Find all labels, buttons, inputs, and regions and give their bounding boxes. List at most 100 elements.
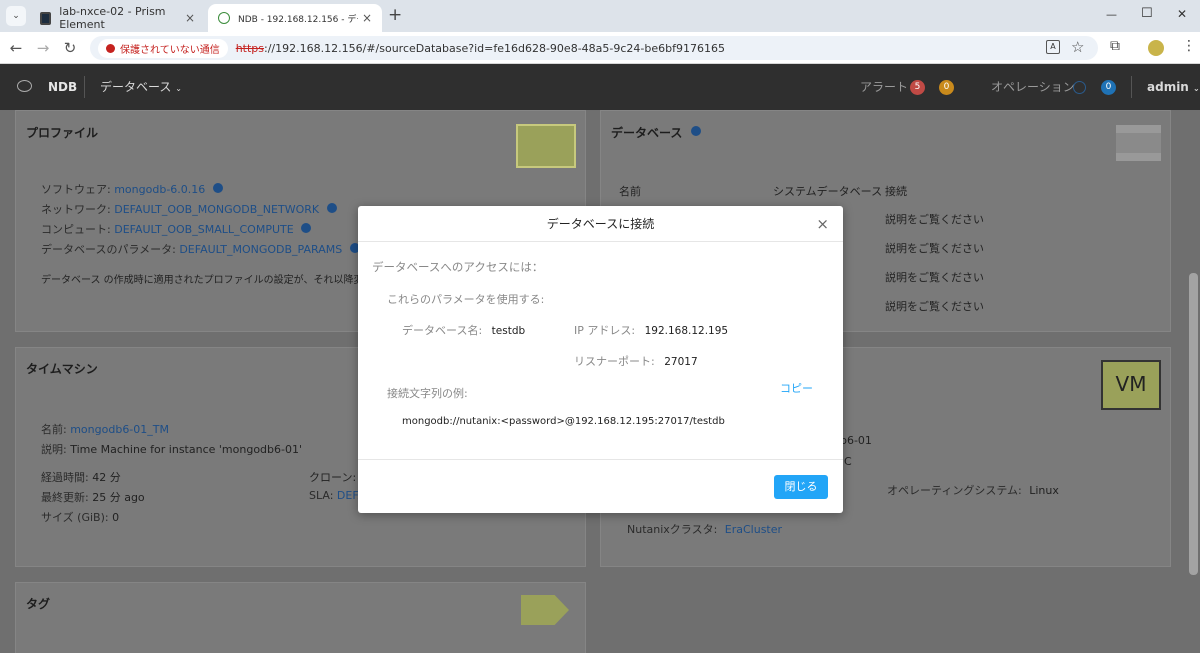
tab-search-button[interactable]: ⌄ [6, 6, 26, 26]
vm-partial-2: C [844, 455, 852, 468]
minimize-button[interactable]: — [1106, 8, 1117, 21]
extensions-icon[interactable]: ⧉ [1110, 38, 1120, 54]
alert-orange-badge[interactable]: 0 [939, 80, 954, 95]
vm-cluster-row: Nutanixクラスタ: EraCluster [627, 521, 782, 537]
new-tab-button[interactable]: + [388, 5, 402, 25]
panel-title: データベース [611, 126, 683, 140]
table-row[interactable]: 説明をご覧ください [885, 298, 984, 314]
info-icon[interactable] [212, 183, 223, 193]
url-text: ://192.168.12.156/#/sourceDatabase?id=fe… [264, 41, 725, 55]
alert-red-badge[interactable]: 5 [910, 80, 925, 95]
info-icon[interactable] [326, 203, 337, 213]
modal-close-icon[interactable]: × [816, 206, 829, 242]
column-header-name[interactable]: 名前 [619, 183, 641, 199]
browser-tab-prism[interactable]: lab-nxce-02 - Prism Element × [30, 4, 205, 32]
app-logo-text[interactable]: NDB [48, 64, 77, 110]
browser-tab-ndb[interactable]: NDB - 192.168.12.156 - データベ × [208, 4, 382, 32]
warning-icon [106, 43, 115, 53]
dbname-value: testdb [491, 325, 526, 337]
ndb-favicon-icon [218, 12, 230, 24]
app-header: NDB データベース ⌄ アラート 5 0 オペレーション 0 admin ⌄ [0, 64, 1200, 110]
vm-os-value: Linux [1029, 484, 1059, 497]
software-link[interactable]: mongodb-6.0.16 [114, 183, 205, 196]
port-label: リスナーポート: [574, 355, 655, 368]
info-icon[interactable] [691, 126, 701, 136]
tm-size-value: 0 [112, 511, 120, 524]
modal-title: データベースに接続 [358, 206, 843, 242]
window-close-button[interactable]: ✕ [1177, 7, 1187, 21]
compute-link[interactable]: DEFAULT_OOB_SMALL_COMPUTE [114, 223, 293, 236]
user-menu[interactable]: admin ⌄ [1147, 64, 1200, 110]
prism-favicon-icon [40, 11, 52, 25]
security-chip[interactable]: 保護されていない通信 [98, 38, 228, 58]
port-value: 27017 [664, 356, 698, 368]
tm-updated-label: 最終更新: [41, 491, 89, 504]
chevron-down-icon: ⌄ [1193, 84, 1200, 93]
modal-footer: 閉じる [358, 459, 843, 513]
use-params-label: これらのパラメータを使用する: [387, 293, 545, 306]
operations-label[interactable]: オペレーション [991, 64, 1075, 110]
tm-sla-row: SLA: DEFA [309, 489, 365, 502]
compute-row: コンピュート: DEFAULT_OOB_SMALL_COMPUTE [41, 221, 312, 237]
profile-avatar[interactable] [1148, 40, 1164, 56]
user-name: admin [1147, 80, 1189, 94]
bookmark-star-icon[interactable]: ☆ [1071, 38, 1084, 56]
network-link[interactable]: DEFAULT_OOB_MONGODB_NETWORK [114, 203, 319, 216]
params-row: データベースのパラメータ: DEFAULT_MONGODB_PARAMS [41, 241, 360, 257]
software-label: ソフトウェア: [41, 183, 111, 196]
tm-desc-value: Time Machine for instance 'mongodb6-01' [70, 443, 303, 456]
column-header-system[interactable]: システムデータベース [773, 183, 882, 199]
forward-arrow-icon[interactable]: → [34, 39, 52, 57]
tm-updated-row: 最終更新: 25 分 ago [41, 489, 145, 505]
table-row[interactable]: 説明をご覧ください [885, 211, 984, 227]
tab-title: NDB - 192.168.12.156 - データベ [238, 14, 358, 25]
params-link[interactable]: DEFAULT_MONGODB_PARAMS [179, 243, 342, 256]
tm-updated-value: 25 分 ago [92, 491, 145, 504]
tab-close-icon[interactable]: × [185, 11, 195, 25]
database-stack-icon [1116, 125, 1161, 161]
scrollbar-thumb[interactable] [1189, 273, 1198, 575]
network-label: ネットワーク: [41, 203, 111, 216]
database-menu[interactable]: データベース ⌄ [100, 64, 182, 110]
reload-icon[interactable]: ↻ [61, 39, 79, 57]
operations-spinner-icon [1073, 81, 1086, 94]
tm-name-row: 名前: mongodb6-01_TM [41, 421, 169, 437]
address-bar[interactable]: 保護されていない通信 https ://192.168.12.156/#/sou… [90, 36, 1098, 60]
url-scheme: https [235, 41, 265, 55]
compute-label: コンピュート: [41, 223, 111, 236]
profile-note: データベース の作成時に適用されたプロファイルの設定が、それ以降変更され [41, 275, 394, 286]
browser-toolbar: ← → ↻ 保護されていない通信 https ://192.168.12.156… [0, 32, 1200, 64]
tm-elapsed-value: 42 分 [92, 471, 121, 484]
vm-os-row: オペレーティングシステム: Linux [887, 482, 1059, 498]
table-row[interactable]: 説明をご覧ください [885, 269, 984, 285]
operations-badge[interactable]: 0 [1101, 80, 1116, 95]
tab-close-icon[interactable]: × [362, 11, 372, 25]
vm-icon: VM [1101, 360, 1161, 410]
database-menu-label: データベース [100, 80, 172, 94]
port-row: リスナーポート: 27017 [574, 353, 698, 369]
column-header-connection[interactable]: 接続 [885, 183, 907, 199]
vm-os-label: オペレーティングシステム: [887, 484, 1022, 497]
maximize-button[interactable]: ☐ [1141, 6, 1153, 21]
tab-title: lab-nxce-02 - Prism Element [59, 5, 166, 31]
alerts-label[interactable]: アラート [860, 64, 908, 110]
copy-link[interactable]: コピー [780, 380, 813, 396]
translate-icon[interactable]: A [1046, 40, 1060, 54]
vm-cluster-link[interactable]: EraCluster [725, 523, 782, 536]
browser-tab-bar: ⌄ lab-nxce-02 - Prism Element × NDB - 19… [0, 0, 1200, 32]
tm-sla-label: SLA: [309, 489, 334, 502]
info-icon[interactable] [301, 223, 312, 233]
puzzle-icon [516, 124, 576, 168]
browser-menu-icon[interactable]: ⋮ [1182, 38, 1196, 54]
ip-row: IP アドレス: 192.168.12.195 [574, 322, 728, 338]
table-row[interactable]: 説明をご覧ください [885, 240, 984, 256]
tm-elapsed-label: 経過時間: [41, 471, 89, 484]
tm-desc-row: 説明: Time Machine for instance 'mongodb6-… [41, 441, 302, 457]
panel-title: タイムマシン [26, 362, 98, 376]
back-arrow-icon[interactable]: ← [7, 39, 25, 57]
header-divider [1131, 76, 1132, 98]
example-label: 接続文字列の例: [387, 387, 468, 400]
tm-name-link[interactable]: mongodb6-01_TM [70, 423, 169, 436]
tm-name-label: 名前: [41, 423, 67, 436]
close-button[interactable]: 閉じる [774, 475, 828, 499]
